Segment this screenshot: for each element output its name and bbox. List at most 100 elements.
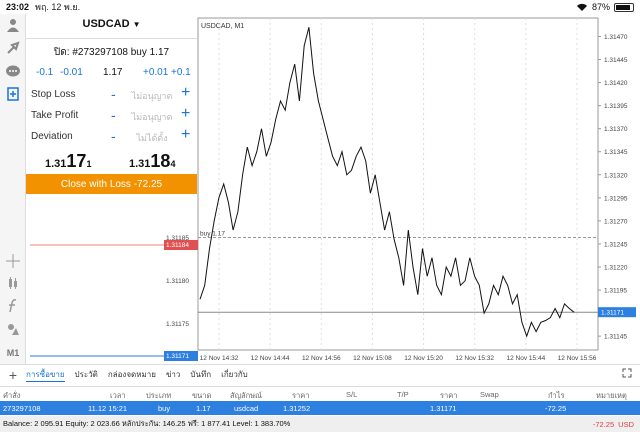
col-swap: Swap (480, 390, 499, 399)
bid-sup: 1 (86, 159, 92, 169)
crosshair-icon[interactable] (3, 252, 23, 270)
step-minus-01[interactable]: -0.1 (36, 67, 53, 78)
take-profit-row: Take Profit - ไม่อนุญาต + (26, 105, 197, 124)
deviation-label: Deviation (31, 131, 73, 142)
new-order-icon[interactable] (3, 85, 23, 103)
account-summary: Balance: 2 095.91 Equity: 2 023.66 หลักป… (0, 416, 640, 432)
bid-price-tag-label: 1.31171 (601, 310, 624, 317)
bid-price: 1.31 17 1 (45, 151, 91, 172)
step-plus-001[interactable]: +0.01 (143, 67, 168, 78)
bottom-tabs: + การซื้อขาย ประวัติ กล่องจดหมาย ข่าว บั… (0, 364, 640, 384)
person-icon[interactable] (3, 16, 23, 34)
cell-time: 11.12 15:21 (88, 404, 128, 413)
expand-icon[interactable] (622, 368, 632, 381)
cell-type: buy (158, 404, 171, 413)
caret-down-icon: ▼ (132, 20, 141, 29)
x-tick-label: 12 Nov 14:44 (251, 355, 290, 362)
step-minus-001[interactable]: -0.01 (60, 67, 83, 78)
y-tick-label: 1.31370 (604, 126, 628, 133)
total-currency: USD (618, 419, 634, 429)
symbol-name: USDCAD (82, 18, 130, 30)
stop-loss-row: Stop Loss - ไม่อนุญาต + (26, 84, 197, 103)
y-tick-label: 1.31470 (604, 34, 628, 41)
trade-icon[interactable] (3, 39, 23, 57)
x-tick-label: 12 Nov 15:08 (353, 355, 392, 362)
col-tp: T/P (397, 390, 409, 399)
deviation-plus-button[interactable]: + (181, 126, 190, 144)
step-plus-01[interactable]: +0.1 (171, 67, 191, 78)
x-tick-label: 12 Nov 14:32 (200, 355, 239, 362)
left-bid-tag-label: 1.31184 (166, 242, 189, 249)
tab-history[interactable]: ประวัติ (75, 368, 98, 381)
x-tick-label: 12 Nov 14:56 (302, 355, 341, 362)
bid-prefix: 1.31 (45, 158, 67, 170)
take-profit-plus-button[interactable]: + (181, 105, 190, 123)
y-tick-label: 1.31270 (604, 218, 628, 225)
function-icon[interactable] (3, 297, 23, 315)
y-tick-label: 1.31445 (604, 57, 628, 64)
close-with-loss-button[interactable]: Close with Loss -72.25 (26, 174, 197, 194)
y-tick-label: 1.31245 (604, 241, 628, 248)
tab-news[interactable]: ข่าว (166, 368, 180, 381)
symbol-selector[interactable]: USDCAD ▼ (26, 18, 197, 30)
take-profit-minus-button[interactable]: - (111, 107, 116, 123)
trade-table-header: คำสั่ง เวลา ประเภท ขนาด สัญลักษณ์ ราคา S… (0, 386, 640, 400)
deviation-row: Deviation - ไม่ได้ตั้ง + (26, 126, 197, 145)
y-tick-label: 1.31195 (604, 288, 627, 295)
stop-loss-value[interactable]: ไม่อนุญาต (126, 89, 178, 103)
left-toolbar: M1 (0, 14, 26, 364)
y-tick-label: 1.31295 (604, 195, 628, 202)
ask-prefix: 1.31 (129, 158, 151, 170)
cell-open-price: 1.31252 (283, 404, 311, 413)
timeframe-button[interactable]: M1 (3, 344, 23, 362)
account-summary-text: Balance: 2 095.91 Equity: 2 023.66 หลักป… (3, 419, 291, 428)
take-profit-label: Take Profit (31, 110, 79, 121)
y-tick-label: 1.31345 (604, 149, 628, 156)
add-icon[interactable]: + (0, 367, 26, 383)
ask-sup: 4 (170, 159, 176, 169)
status-bar: 23:02 พฤ. 12 พ.ย. 87% (0, 0, 640, 14)
order-panel: USDCAD ▼ ปิด: #273297108 buy 1.17 -0.1 -0… (26, 14, 197, 194)
objects-icon[interactable] (3, 320, 23, 338)
order-title: ปิด: #273297108 buy 1.17 (53, 47, 170, 58)
y-tick-label: 1.31145 (604, 334, 627, 341)
tab-about[interactable]: เกี่ยวกับ (221, 368, 248, 381)
x-tick-label: 12 Nov 15:44 (507, 355, 546, 362)
col-sl: S/L (346, 390, 358, 399)
stop-loss-minus-button[interactable]: - (111, 86, 116, 102)
left-y-tick-label: 1.31180 (166, 278, 189, 285)
deviation-value[interactable]: ไม่ได้ตั้ง (126, 131, 178, 145)
tab-journal[interactable]: บันทึก (190, 368, 211, 381)
ask-price: 1.31 18 4 (129, 151, 175, 172)
take-profit-value[interactable]: ไม่อนุญาต (126, 110, 178, 124)
divider (26, 38, 197, 39)
total-profit-value: -72.25 (592, 419, 615, 429)
table-row[interactable]: 273297108 11.12 15:21 buy 1.17 usdcad 1.… (0, 401, 640, 415)
battery-icon (614, 2, 634, 12)
chat-icon[interactable] (3, 62, 23, 80)
ask-big: 18 (150, 151, 171, 171)
cell-order: 273297108 (3, 404, 41, 413)
x-tick-label: 12 Nov 15:20 (404, 355, 443, 362)
tab-trade[interactable]: การซื้อขาย (26, 368, 65, 382)
wifi-icon (576, 3, 587, 11)
left-y-tick-label: 1.31175 (166, 321, 189, 328)
y-tick-label: 1.31220 (604, 265, 628, 272)
y-tick-label: 1.31420 (604, 80, 628, 87)
status-date: พฤ. 12 พ.ย. (35, 2, 81, 12)
cell-profit: -72.25 (545, 404, 567, 413)
x-tick-label: 12 Nov 15:32 (455, 355, 494, 362)
volume-steps: -0.1 -0.01 1.17 +0.01 +0.1 (26, 67, 197, 81)
volume-value[interactable]: 1.17 (103, 67, 122, 78)
y-tick-label: 1.31320 (604, 172, 628, 179)
stop-loss-label: Stop Loss (31, 89, 76, 100)
stop-loss-plus-button[interactable]: + (181, 84, 190, 102)
price-series-line (199, 27, 575, 338)
deviation-minus-button[interactable]: - (111, 128, 116, 144)
chart-title: USDCAD, M1 (201, 23, 244, 30)
cell-volume: 1.17 (196, 404, 211, 413)
plot-frame (197, 17, 599, 351)
bars-icon[interactable] (3, 274, 23, 292)
status-right: 87% (576, 2, 634, 12)
tab-mailbox[interactable]: กล่องจดหมาย (108, 368, 156, 381)
